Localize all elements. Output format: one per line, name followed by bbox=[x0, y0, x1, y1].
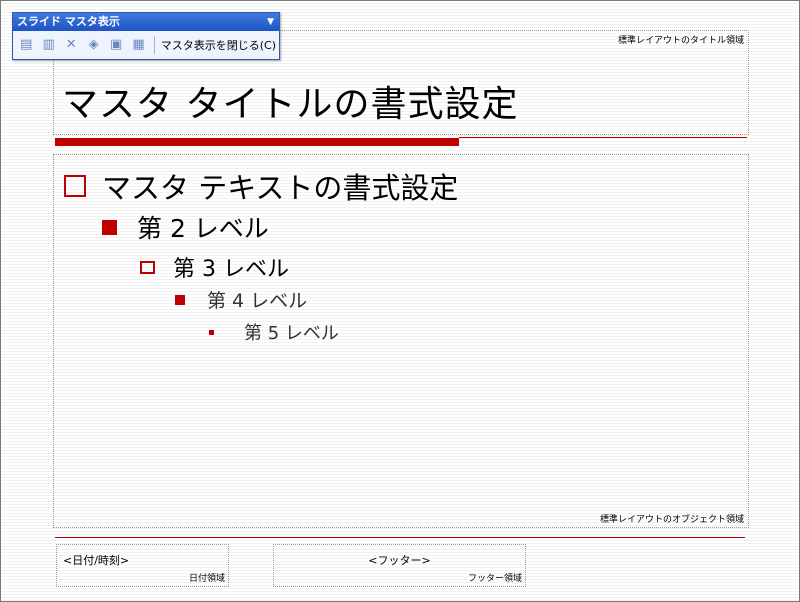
text-level-3-label: 第 3 レベル bbox=[173, 257, 289, 282]
toolbar-title-bar[interactable]: スライド マスタ表示 ▼ bbox=[13, 13, 279, 31]
text-level-4[interactable]: 第 4 レベル bbox=[175, 286, 307, 313]
close-master-view-button[interactable]: マスタ表示を閉じる(C) bbox=[158, 35, 279, 55]
small-square-bullet-icon bbox=[209, 329, 214, 335]
hollow-square-bullet-icon bbox=[64, 175, 86, 197]
text-level-4-label: 第 4 レベル bbox=[207, 290, 308, 312]
text-level-5[interactable]: 第 5 レベル bbox=[209, 319, 339, 345]
title-accent-bar bbox=[55, 138, 459, 146]
title-accent-line bbox=[459, 137, 747, 138]
date-area-label: 日付領域 bbox=[188, 574, 225, 584]
preserve-master-icon[interactable]: ◈ bbox=[85, 36, 101, 54]
delete-master-icon[interactable]: ✕ bbox=[63, 36, 79, 54]
object-area-label: 標準レイアウトのオブジェクト領域 bbox=[599, 515, 744, 525]
insert-slide-master-icon[interactable]: ▤ bbox=[18, 36, 34, 54]
insert-title-master-icon[interactable]: ▥ bbox=[40, 36, 56, 54]
text-level-1[interactable]: マスタ テキストの書式設定 bbox=[64, 165, 458, 207]
text-level-1-label: マスタ テキストの書式設定 bbox=[102, 171, 459, 205]
master-layout-icon[interactable]: ▦ bbox=[130, 36, 146, 54]
footer-field: <フッター> bbox=[368, 554, 431, 567]
title-area-label: 標準レイアウトのタイトル領域 bbox=[617, 36, 744, 46]
date-placeholder[interactable]: <日付/時刻> 日付領域 bbox=[56, 544, 229, 587]
toolbar-separator bbox=[153, 35, 155, 54]
text-level-2-label: 第 2 レベル bbox=[137, 214, 269, 243]
solid-square-bullet-icon bbox=[102, 219, 117, 235]
slide-master-canvas: スライド マスタ表示 ▼ ▤ ▥ ✕ ◈ ▣ ▦ マスタ表示を閉じる(C) 標準… bbox=[0, 0, 800, 602]
rename-master-icon[interactable]: ▣ bbox=[108, 36, 124, 54]
date-time-field: <日付/時刻> bbox=[63, 554, 130, 567]
object-placeholder[interactable]: マスタ テキストの書式設定 第 2 レベル 第 3 レベル 第 4 レベル 第 … bbox=[53, 154, 749, 528]
toolbar-options-icon[interactable]: ▼ bbox=[267, 13, 274, 31]
text-level-2[interactable]: 第 2 レベル bbox=[102, 209, 269, 245]
toolbar-button-row: ▤ ▥ ✕ ◈ ▣ ▦ マスタ表示を閉じる(C) bbox=[13, 31, 279, 58]
hollow-square-bullet-icon bbox=[140, 260, 155, 274]
footer-accent-line bbox=[55, 537, 745, 538]
solid-square-bullet-icon bbox=[175, 294, 185, 305]
toolbar-title: スライド マスタ表示 bbox=[17, 15, 120, 28]
text-level-5-label: 第 5 レベル bbox=[244, 323, 339, 344]
master-title-text[interactable]: マスタ タイトルの書式設定 bbox=[62, 75, 518, 127]
footer-area-label: フッター領域 bbox=[467, 574, 522, 584]
text-level-3[interactable]: 第 3 レベル bbox=[140, 251, 289, 283]
slide-master-toolbar[interactable]: スライド マスタ表示 ▼ ▤ ▥ ✕ ◈ ▣ ▦ マスタ表示を閉じる(C) bbox=[12, 12, 280, 60]
footer-placeholder[interactable]: <フッター> フッター領域 bbox=[273, 544, 526, 587]
